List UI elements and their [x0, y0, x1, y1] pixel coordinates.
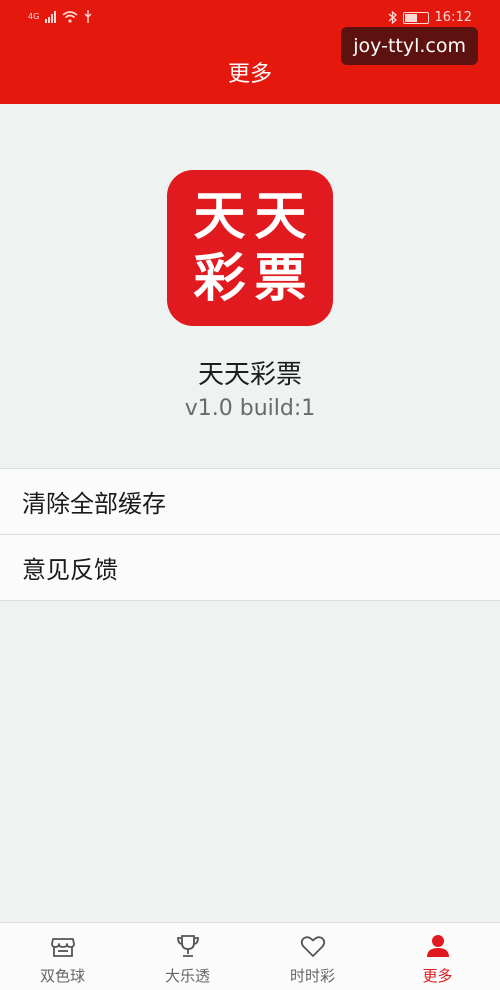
signal-icon	[45, 10, 57, 23]
feedback-item[interactable]: 意见反馈	[0, 535, 500, 601]
heart-icon	[300, 936, 325, 957]
person-icon	[426, 935, 449, 957]
usb-icon	[84, 10, 92, 23]
tab-label: 大乐透	[164, 967, 210, 985]
bluetooth-icon	[388, 11, 397, 24]
app-name: 天天彩票	[197, 360, 302, 390]
status-time: 16:12	[434, 10, 472, 25]
logo-char: 彩	[193, 249, 246, 309]
wifi-icon	[62, 10, 78, 23]
page-title: 更多	[227, 62, 272, 87]
bottom-tab-bar: 双色球 大乐透 时时彩 更多	[0, 922, 500, 990]
tab-label: 更多	[422, 967, 453, 985]
app-header: 4G 16:12 joy-ttyl.com 更多	[0, 0, 500, 104]
settings-menu: 清除全部缓存 意见反馈	[0, 468, 500, 601]
app-info-section: 天 天 彩 票 天天彩票 v1.0 build:1	[0, 104, 500, 469]
clear-cache-item[interactable]: 清除全部缓存	[0, 469, 500, 535]
tab-label: 双色球	[39, 967, 85, 985]
tab-daletou[interactable]: 大乐透	[125, 923, 250, 990]
store-icon	[50, 938, 75, 957]
logo-char: 天	[193, 187, 246, 247]
app-logo: 天 天 彩 票	[167, 170, 333, 326]
tab-shuangseqiu[interactable]: 双色球	[0, 923, 125, 990]
tab-more[interactable]: 更多	[375, 923, 500, 990]
battery-icon	[402, 11, 429, 24]
logo-char: 天	[254, 187, 307, 247]
trophy-icon	[176, 935, 199, 957]
tab-label: 时时彩	[289, 967, 335, 985]
app-version: v1.0 build:1	[184, 396, 316, 421]
tab-shishicai[interactable]: 时时彩	[250, 923, 375, 990]
network-type-label: 4G	[28, 12, 40, 21]
logo-char: 票	[254, 249, 307, 309]
